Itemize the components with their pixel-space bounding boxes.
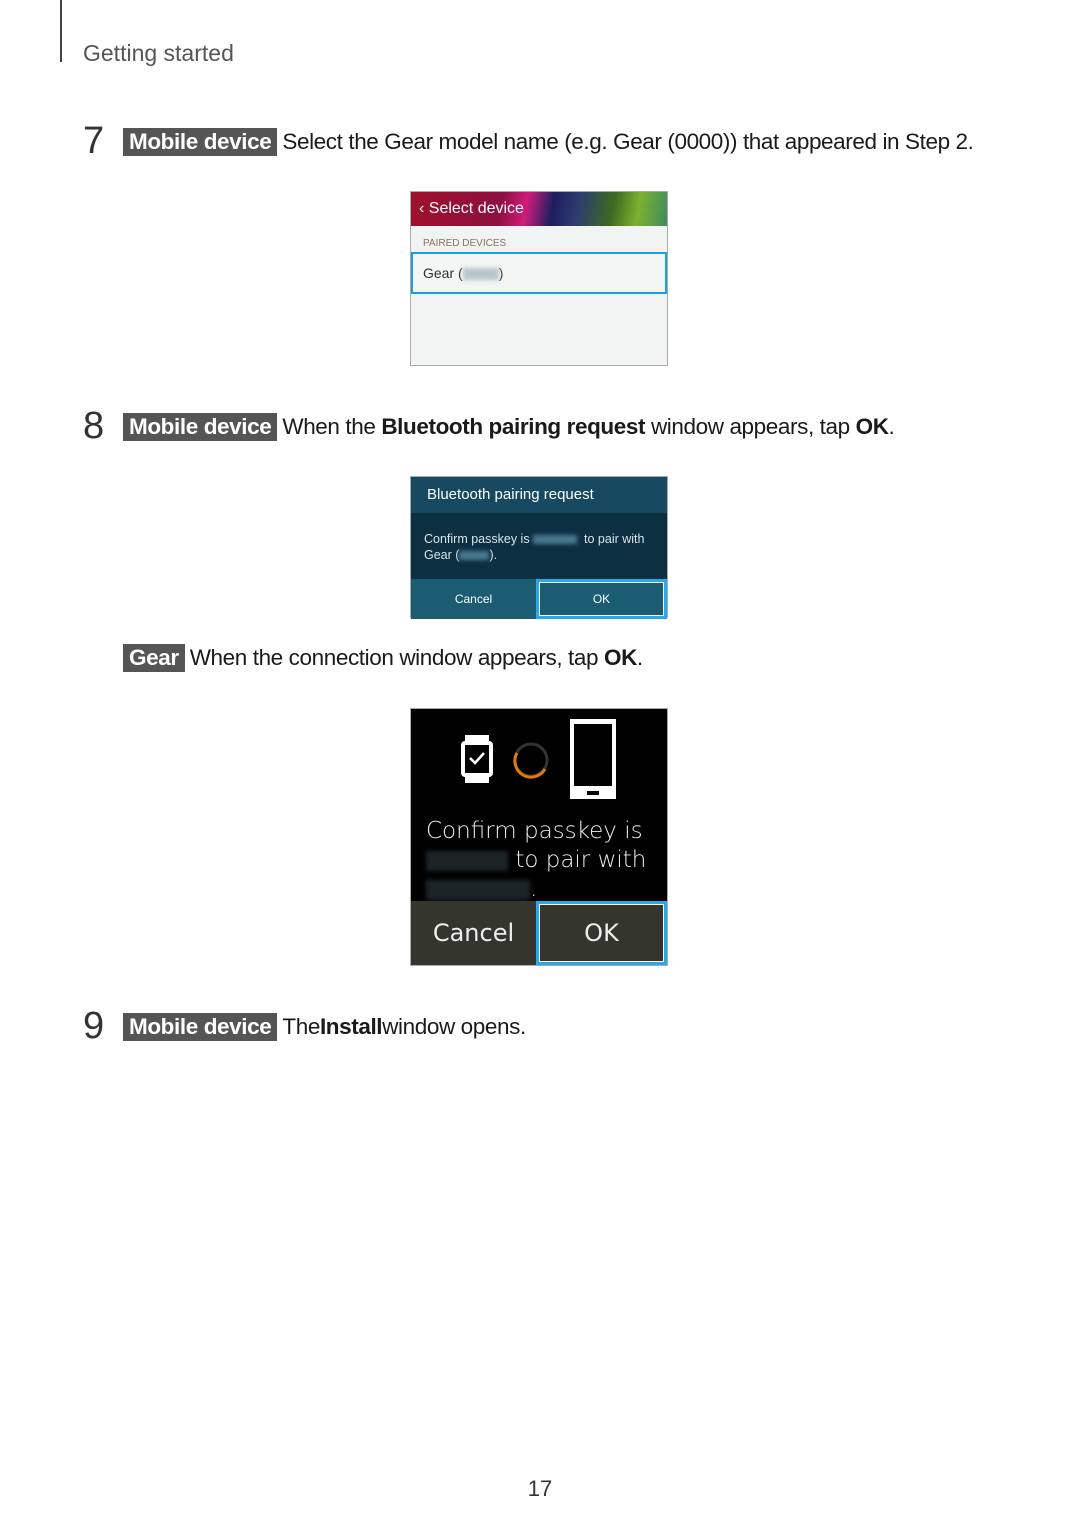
select-device-screenshot: ‹ Select device PAIRED DEVICES Gear () — [410, 191, 668, 366]
device-list-item: Gear () — [411, 252, 667, 294]
device-tag: Mobile device — [123, 127, 278, 156]
msg: . — [530, 876, 538, 902]
cancel-button: Cancel — [411, 901, 536, 965]
manual-page: Getting started 7 Mobile device Select t… — [0, 0, 1080, 1527]
text: window appears, tap — [650, 413, 850, 439]
blurred-passkey — [426, 850, 508, 871]
text: window opens. — [382, 1013, 526, 1039]
blurred-id — [426, 879, 530, 900]
step-number: 9 — [83, 1005, 104, 1047]
bold-text: Bluetooth pairing request — [381, 413, 646, 439]
msg: to pair with — [580, 532, 645, 546]
msg: ). — [489, 548, 498, 562]
device-tag: Gear — [123, 644, 185, 672]
text: . — [636, 645, 643, 670]
title-bar: ‹ Select device — [411, 192, 667, 226]
ok-button: OK — [536, 901, 667, 965]
section-label: PAIRED DEVICES — [423, 238, 507, 249]
msg: Gear ( — [424, 548, 460, 562]
gear-step: Gear When the connection window appears,… — [123, 644, 643, 672]
blurred-id — [459, 551, 490, 561]
connection-message: Confirm passkey is to pair with . — [426, 817, 646, 904]
header-rule — [60, 0, 62, 62]
connection-icons — [461, 719, 616, 799]
step-7: 7 Mobile device Select the Gear model na… — [83, 120, 974, 163]
text: When the — [282, 413, 376, 439]
item-text: Gear ( — [423, 265, 463, 281]
text: The — [282, 1013, 320, 1039]
spinner-icon — [513, 742, 549, 779]
gear-connection-screenshot: Confirm passkey is to pair with . Cancel… — [410, 708, 668, 966]
step-9: 9 Mobile device The Install window opens… — [83, 1005, 526, 1048]
bold-text: OK — [855, 413, 889, 439]
msg: Confirm passkey is — [426, 818, 643, 844]
step-number: 7 — [83, 120, 104, 162]
dialog-message: Confirm passkey is to pair with Gear (). — [411, 513, 667, 579]
phone-icon — [570, 719, 616, 799]
text: When the connection window appears, tap — [189, 645, 599, 670]
dialog-title: Bluetooth pairing request — [411, 477, 667, 513]
device-tag: Mobile device — [123, 1012, 278, 1041]
cancel-button: Cancel — [411, 579, 536, 619]
msg: to pair with — [515, 847, 647, 873]
bold-text: Install — [319, 1013, 383, 1039]
step-number: 8 — [83, 405, 104, 447]
device-tag: Mobile device — [123, 412, 278, 441]
step-text: Select the Gear model name (e.g. Gear (0… — [282, 128, 974, 154]
blurred-id — [462, 268, 499, 281]
screen-title: Select device — [428, 200, 524, 217]
section-header: Getting started — [83, 40, 234, 66]
back-icon: ‹ — [419, 200, 429, 217]
bold-text: OK — [603, 645, 637, 670]
pairing-request-screenshot: Bluetooth pairing request Confirm passke… — [410, 476, 668, 619]
page-number: 17 — [527, 1476, 553, 1501]
item-text-end: ) — [498, 265, 504, 281]
step-8: 8 Mobile device When the Bluetooth pairi… — [83, 405, 895, 448]
msg: Confirm passkey is — [424, 532, 534, 546]
blurred-passkey — [533, 535, 578, 545]
watch-icon — [461, 735, 493, 783]
ok-button: OK — [536, 579, 667, 619]
text: . — [888, 413, 895, 439]
